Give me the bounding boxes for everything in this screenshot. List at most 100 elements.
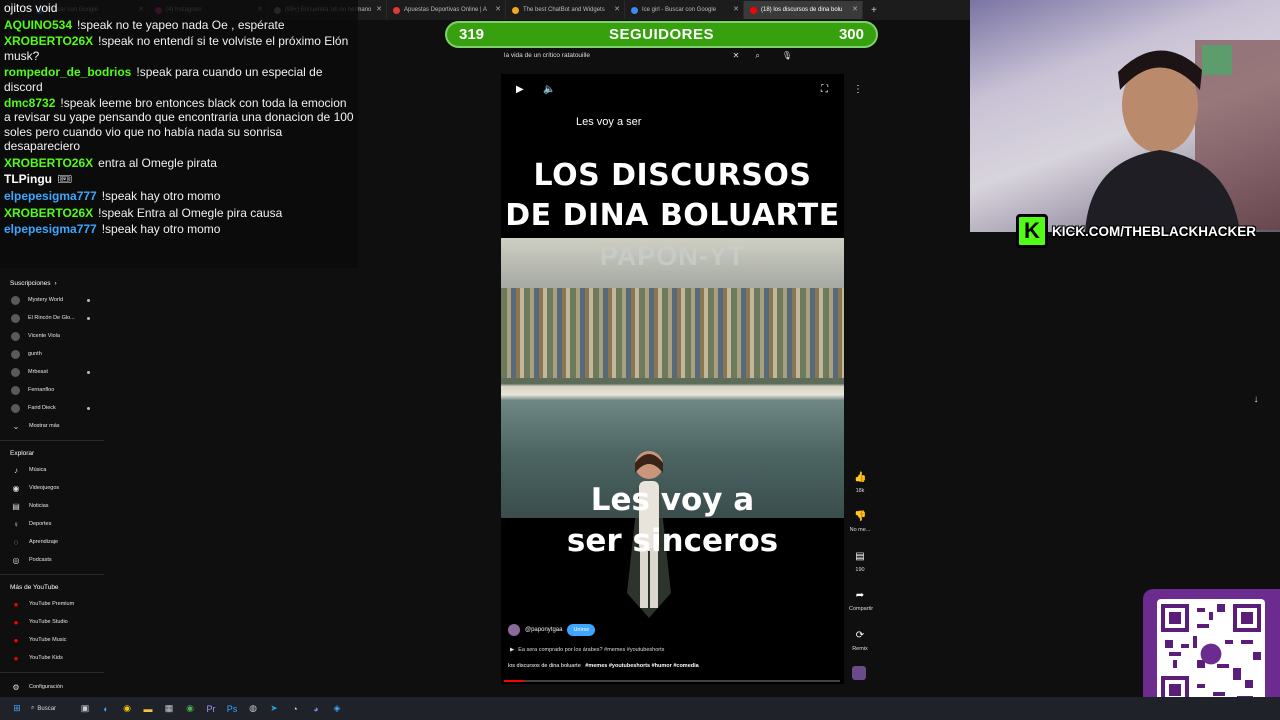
- subscriptions-title: Suscripciones: [10, 280, 51, 287]
- search-icon: ⌕: [31, 705, 35, 711]
- shorts-video-player[interactable]: ▶ 🔈 ⛶ Les voy a ser LOS DISCURSOS DE DIN…: [501, 74, 844, 684]
- sidebar-item-youtube-product[interactable]: ● YouTube Music: [0, 631, 104, 649]
- chat-username[interactable]: rompedor_de_bodrios: [4, 65, 131, 79]
- sidebar-item-youtube-product[interactable]: ● YouTube Studio: [0, 613, 104, 631]
- store-icon[interactable]: ▦: [162, 702, 176, 716]
- like-button[interactable]: 👍 18k: [849, 472, 871, 494]
- browser-tab[interactable]: (18) los discursos de dina bolu ✕: [744, 1, 863, 19]
- youtube-logo-icon: ●: [13, 617, 19, 627]
- sidebar-item-subscription[interactable]: Mystery World: [0, 291, 104, 309]
- volume-icon[interactable]: 🔈: [543, 84, 555, 95]
- channel-name[interactable]: @paponytgaa: [525, 627, 562, 633]
- taskbar-search[interactable]: ⌕ Buscar: [31, 705, 71, 712]
- chat-text: !speak leeme bro entonces black con toda…: [4, 96, 354, 153]
- chat-text: 🎟: [57, 172, 73, 187]
- sidebar-item-subscription[interactable]: Fernanflоо: [0, 381, 104, 399]
- hashtags[interactable]: #memes #youtubeshorts #humor #comedia: [585, 663, 698, 669]
- sidebar-item-settings[interactable]: ⚙ Configuración: [0, 678, 104, 696]
- sidebar-item-subscription[interactable]: Vicente Viola: [0, 327, 104, 345]
- tab-label: Apuestas Deportivas Online | A: [404, 7, 487, 13]
- tab-close-icon[interactable]: ✕: [852, 5, 858, 13]
- sidebar-item-subscription[interactable]: Farid Dieck: [0, 399, 104, 417]
- chat-username[interactable]: elpepesigma777: [4, 189, 97, 203]
- search-icon[interactable]: ⌕: [755, 51, 759, 61]
- chrome-icon[interactable]: ◉: [120, 702, 134, 716]
- play-icon[interactable]: ▶: [516, 84, 524, 95]
- search-input[interactable]: la vida de un crítico ratatouille: [498, 52, 733, 59]
- tab-close-icon[interactable]: ✕: [733, 5, 739, 13]
- vscode-icon[interactable]: ◈: [330, 702, 344, 716]
- sidebar-item-explore[interactable]: ♀ Deportes: [0, 515, 104, 533]
- sound-thumbnail[interactable]: [852, 666, 866, 680]
- browser-tab[interactable]: The best ChatBot and Widgets ✕: [506, 1, 625, 19]
- tab-close-icon[interactable]: ✕: [495, 5, 501, 13]
- sidebar-item-youtube-product[interactable]: ● YouTube Premium: [0, 595, 104, 613]
- file-explorer-icon[interactable]: ▬: [141, 702, 155, 716]
- video-title-bottom: Les voy a ser sinceros: [566, 482, 779, 559]
- share-button[interactable]: ➦ Compartir: [849, 590, 873, 612]
- steam-icon[interactable]: ◍: [246, 702, 260, 716]
- chat-text: !speak no te yapeo nada Oe , espérate: [77, 17, 285, 32]
- tab-close-icon[interactable]: ✕: [614, 5, 620, 13]
- taskbar-search-label: Buscar: [37, 705, 57, 712]
- subscriptions-list: Mystery World El Rincón De Glo... Vicente …: [0, 291, 104, 435]
- browser-tab[interactable]: Apuestas Deportivas Online | A ✕: [387, 1, 506, 19]
- related-link[interactable]: ▶ Ea sera comprado por los árabes? #meme…: [510, 647, 664, 653]
- windows-start-icon[interactable]: ⊞: [10, 702, 24, 716]
- discord-icon[interactable]: ◕: [309, 702, 323, 716]
- chat-username[interactable]: TLPingu: [4, 172, 52, 186]
- avatar[interactable]: [508, 624, 520, 636]
- chat-username[interactable]: XROBERTO26X: [4, 34, 93, 48]
- telegram-icon[interactable]: ➤: [267, 702, 281, 716]
- sidebar-item-explore[interactable]: ◎ Podcasts: [0, 551, 104, 569]
- premiere-icon[interactable]: Pr: [204, 702, 218, 716]
- arrow-down-icon[interactable]: ↓: [1248, 394, 1264, 410]
- sidebar-item-explore[interactable]: ◉ Videojuegos: [0, 479, 104, 497]
- sidebar-item-label: Mostrar más: [29, 423, 60, 429]
- new-tab-button[interactable]: +: [871, 5, 877, 16]
- chat-username[interactable]: dmc8732: [4, 96, 55, 110]
- chat-username[interactable]: XROBERTO26X: [4, 156, 93, 170]
- photoshop-icon[interactable]: Ps: [225, 702, 239, 716]
- sidebar-item-subscription[interactable]: gunth: [0, 345, 104, 363]
- dislike-button[interactable]: 👎 No me...: [849, 511, 871, 533]
- sidebar-item-subscription[interactable]: El Rincón De Glo...: [0, 309, 104, 327]
- browser-tab[interactable]: Ice girl - Buscar con Google ✕: [625, 1, 744, 19]
- sidebar-item-explore[interactable]: ♪ Música: [0, 461, 104, 479]
- new-content-dot: [87, 316, 90, 320]
- chrome-icon[interactable]: ◉: [183, 702, 197, 716]
- sidebar-item-explore[interactable]: ▤ Noticias: [0, 497, 104, 515]
- subscriptions-heading[interactable]: Suscripciones ›: [0, 276, 104, 291]
- fullscreen-icon[interactable]: ⛶: [821, 84, 828, 95]
- clear-search-icon[interactable]: ✕: [733, 51, 740, 60]
- youtube-logo-icon: ●: [13, 635, 19, 645]
- edge-icon[interactable]: ◐: [99, 702, 113, 716]
- chat-username[interactable]: AQUINO534: [4, 18, 72, 32]
- divider: [0, 574, 104, 575]
- sidebar-item-explore[interactable]: ◌ Aprendizaje: [0, 533, 104, 551]
- comment-count: 190: [855, 567, 865, 573]
- sidebar-item-subscription[interactable]: Mrbeast: [0, 363, 104, 381]
- streamer-silhouette: [1085, 40, 1280, 232]
- more-options-icon[interactable]: ⋮: [853, 84, 863, 95]
- comments-button[interactable]: ▤ 190: [849, 551, 871, 573]
- task-view-icon[interactable]: ▣: [78, 702, 92, 716]
- chat-message: elpepesigma777 !speak hay otro momo: [4, 189, 354, 203]
- explore-icon: ◎: [12, 555, 20, 565]
- chat-message: AQUINO534 !speak no te yapeo nada Oe , es…: [4, 18, 354, 32]
- subscribe-button[interactable]: Unirse: [567, 624, 596, 636]
- tab-close-icon[interactable]: ✕: [376, 5, 382, 13]
- sidebar-item-label: Noticias: [29, 503, 49, 509]
- chat-username[interactable]: elpepesigma777: [4, 222, 97, 236]
- dislike-label: No me...: [849, 527, 871, 533]
- sidebar-item-subscription[interactable]: ⌄ Mostrar más: [0, 417, 104, 435]
- remix-button[interactable]: ⟳ Remix: [849, 630, 871, 652]
- microphone-icon[interactable]: 🎙: [782, 51, 792, 60]
- sidebar-item-youtube-product[interactable]: ● YouTube Kids: [0, 649, 104, 667]
- chat-username[interactable]: XROBERTO26X: [4, 206, 93, 220]
- obs-icon[interactable]: ◔: [288, 702, 302, 716]
- progress-track[interactable]: [504, 680, 840, 682]
- sidebar-item-label: Fernanflоо: [28, 387, 55, 393]
- sidebar-item-label: Mystery World: [28, 297, 64, 303]
- search-bar[interactable]: la vida de un crítico ratatouille ✕ ⌕ 🎙: [498, 48, 792, 63]
